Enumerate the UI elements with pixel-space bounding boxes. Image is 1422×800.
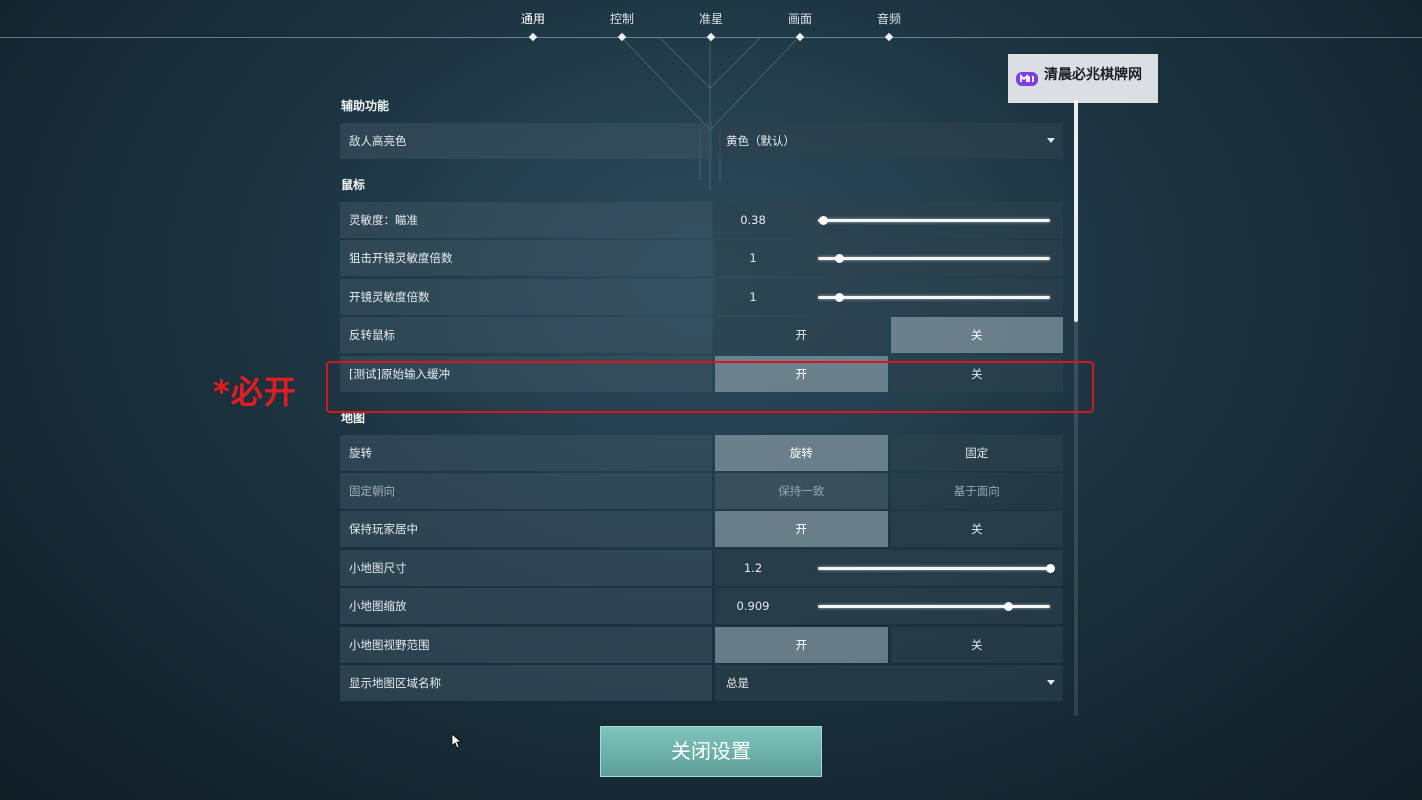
- enemy-highlight-dropdown[interactable]: 黄色（默认）: [715, 123, 1063, 159]
- tab-label: 控制: [609, 12, 634, 26]
- dropdown-value: 总是: [726, 675, 749, 690]
- slider-track[interactable]: [818, 292, 1050, 302]
- tab-general[interactable]: 通用: [498, 10, 568, 42]
- setting-label: 小地图缩放: [340, 588, 712, 625]
- setting-row-invert-mouse: 反转鼠标 开 关: [340, 317, 1063, 354]
- slider-thumb[interactable]: [1004, 602, 1014, 612]
- slider-value: 1: [749, 251, 757, 266]
- slider-value: 1: [749, 289, 757, 304]
- setting-row-fixed-orientation: 固定朝向 保持一致 基于面向: [340, 472, 1063, 509]
- annotation-text: *必开: [213, 373, 297, 411]
- setting-row-keep-player-centered: 保持玩家居中 开 关: [340, 511, 1063, 548]
- setting-label: 固定朝向: [340, 472, 712, 509]
- invert-mouse-off-button[interactable]: 关: [890, 317, 1063, 354]
- slider-value: 0.909: [736, 599, 770, 614]
- chevron-down-icon: [1047, 679, 1055, 685]
- slider-track[interactable]: [818, 563, 1055, 573]
- setting-label: 旋转: [340, 434, 712, 471]
- slider-track[interactable]: [818, 602, 1050, 612]
- section-title-accessibility: 辅助功能: [341, 99, 390, 113]
- setting-row-map-rotate: 旋转 旋转 固定: [340, 434, 1063, 471]
- setting-row-enemy-highlight: 敌人高亮色 黄色（默认）: [340, 123, 1063, 159]
- slider-thumb[interactable]: [818, 216, 828, 225]
- setting-row-show-region-names: 显示地图区域名称 总是: [340, 664, 1063, 701]
- slider-track[interactable]: [818, 216, 1050, 225]
- setting-label: 小地图尺寸: [340, 549, 712, 586]
- vision-cones-on-button[interactable]: 开: [715, 626, 888, 663]
- orientation-consistent-button: 保持一致: [715, 472, 888, 509]
- keep-centered-off-button[interactable]: 关: [890, 511, 1063, 548]
- scrollbar-thumb[interactable]: [1074, 100, 1078, 322]
- tab-label: 画面: [787, 12, 812, 26]
- top-navigation: 通用 控制 准星 画面 音频: [0, 0, 1422, 42]
- setting-row-minimap-zoom: 小地图缩放 0.909: [340, 588, 1063, 625]
- slider-value: 0.38: [740, 213, 766, 227]
- tab-indicator-dot: [706, 32, 716, 42]
- setting-row-zoom-multiplier: 开镜灵敏度倍数 1: [340, 278, 1063, 315]
- keep-centered-on-button[interactable]: 开: [715, 511, 888, 548]
- tab-indicator-dot: [617, 32, 627, 42]
- zoom-multiplier-slider[interactable]: 1: [715, 278, 1063, 315]
- setting-label: 反转鼠标: [340, 317, 712, 354]
- tab-indicator-dot: [528, 32, 538, 42]
- vision-cones-off-button[interactable]: 关: [890, 626, 1063, 663]
- tab-label: 音频: [876, 12, 901, 26]
- map-rotate-button[interactable]: 旋转: [715, 434, 888, 471]
- annotation-highlight-box: [326, 361, 1094, 413]
- region-names-dropdown[interactable]: 总是: [715, 664, 1063, 701]
- tab-label: 准星: [698, 12, 723, 26]
- minimap-zoom-slider[interactable]: 0.909: [715, 588, 1063, 625]
- chevron-down-icon: [1047, 138, 1055, 143]
- slider-thumb[interactable]: [834, 292, 844, 302]
- slider-thumb[interactable]: [834, 254, 844, 264]
- setting-label: 狙击开镜灵敏度倍数: [340, 240, 712, 277]
- setting-row-sensitivity-aim: 灵敏度：瞄准 0.38: [340, 202, 1063, 238]
- tab-indicator-dot: [795, 32, 805, 42]
- minimap-size-slider[interactable]: 1.2: [715, 549, 1063, 586]
- slider-track[interactable]: [818, 254, 1050, 264]
- setting-label: 敌人高亮色: [340, 123, 712, 159]
- setting-row-minimap-vision-cones: 小地图视野范围 开 关: [340, 626, 1063, 663]
- tab-audio[interactable]: 音频: [854, 10, 924, 42]
- watermark-text: 清晨必兆棋牌网: [1044, 66, 1142, 83]
- setting-row-minimap-size: 小地图尺寸 1.2: [340, 549, 1063, 586]
- setting-label: 开镜灵敏度倍数: [340, 278, 712, 315]
- setting-row-sniper-zoom-multiplier: 狙击开镜灵敏度倍数 1: [340, 240, 1063, 277]
- close-settings-button[interactable]: 关闭设置: [600, 726, 822, 777]
- slider-thumb[interactable]: [1046, 563, 1055, 573]
- slider-value: 1.2: [743, 560, 763, 575]
- setting-label: 保持玩家居中: [340, 511, 712, 548]
- tab-controls[interactable]: 控制: [587, 10, 657, 42]
- sensitivity-aim-slider[interactable]: 0.38: [715, 202, 1063, 238]
- orientation-facing-button: 基于面向: [890, 472, 1063, 509]
- setting-label: 小地图视野范围: [340, 626, 712, 663]
- mouse-cursor-icon: [451, 733, 463, 749]
- sniper-zoom-multiplier-slider[interactable]: 1: [715, 240, 1063, 277]
- tab-label: 通用: [520, 12, 545, 26]
- dropdown-value: 黄色（默认）: [726, 134, 795, 148]
- tab-crosshair[interactable]: 准星: [676, 10, 746, 42]
- invert-mouse-on-button[interactable]: 开: [715, 317, 888, 354]
- map-fixed-button[interactable]: 固定: [890, 434, 1063, 471]
- setting-label: 显示地图区域名称: [340, 664, 712, 701]
- watermark-logo-icon: [1016, 71, 1038, 86]
- setting-label: 灵敏度：瞄准: [340, 202, 712, 238]
- tab-video[interactable]: 画面: [765, 10, 835, 42]
- section-title-mouse: 鼠标: [341, 178, 366, 192]
- tab-indicator-dot: [884, 32, 894, 42]
